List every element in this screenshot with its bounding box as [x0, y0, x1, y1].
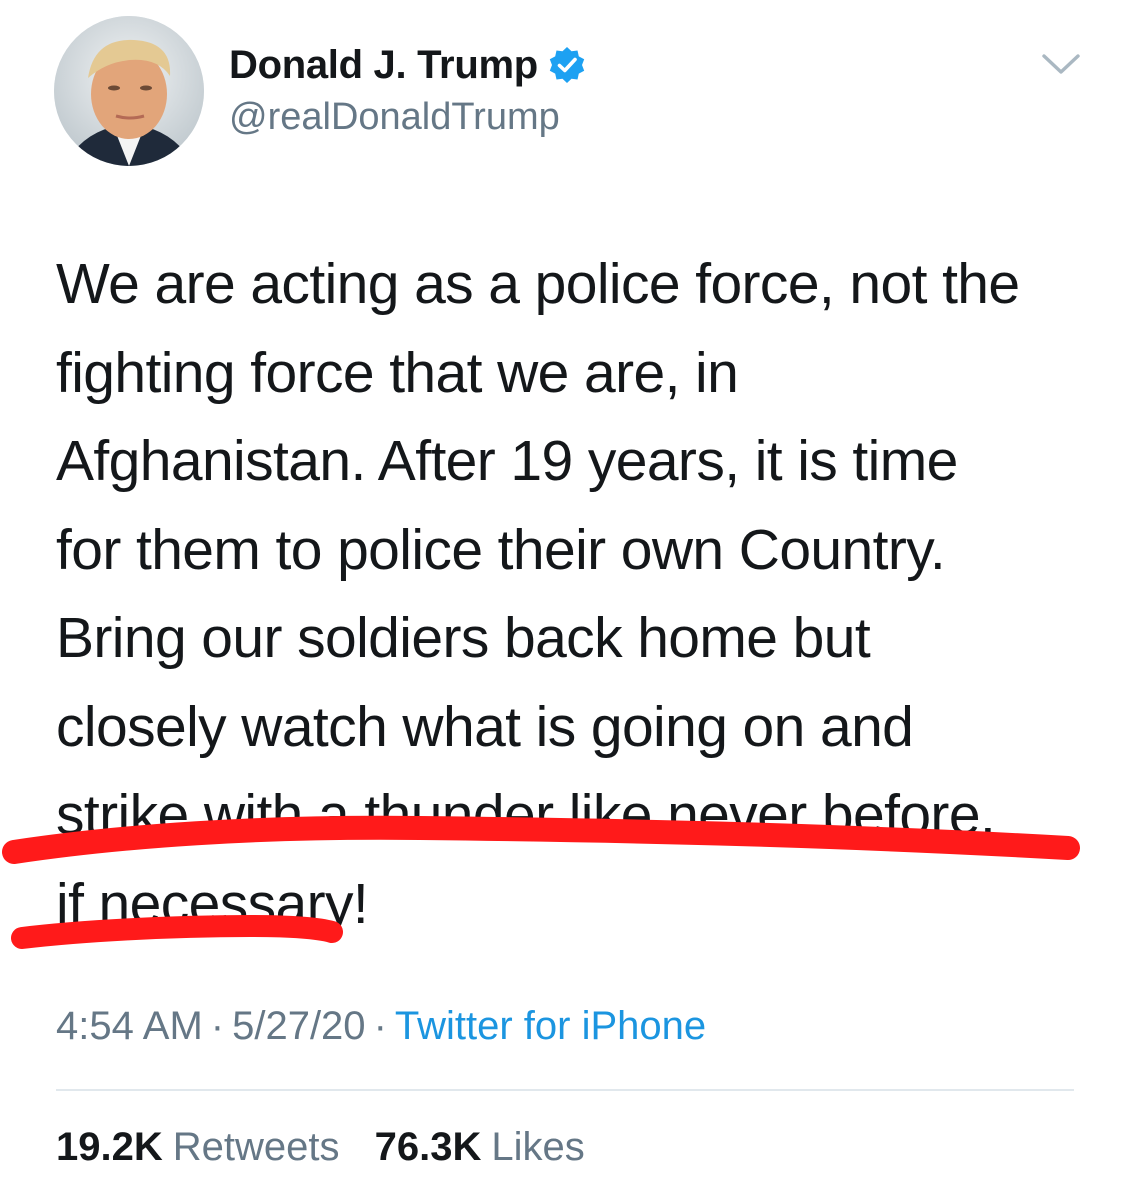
- divider: [56, 1089, 1074, 1091]
- tweet-time[interactable]: 4:54 AM: [56, 1004, 203, 1048]
- tweet-stats: 19.2K Retweets 76.3K Likes: [56, 1125, 585, 1170]
- likes-stat[interactable]: 76.3K Likes: [375, 1125, 585, 1170]
- tweet-meta: 4:54 AM · 5/27/20 · Twitter for iPhone: [56, 1004, 706, 1049]
- tweet-line: strike with a thunder like never before,: [56, 783, 996, 847]
- profile-photo: [54, 16, 204, 166]
- tweet-text: We are acting as a police force, not the…: [56, 240, 1096, 948]
- tweet-line: closely watch what is going on and: [56, 694, 914, 759]
- likes-label: Likes: [491, 1125, 585, 1169]
- tweet-line: if necessary!: [56, 871, 369, 936]
- author-handle[interactable]: @realDonaldTrump: [229, 96, 560, 139]
- tweet-line: fighting force that we are, in: [56, 340, 739, 405]
- tweet-line: We are acting as a police force, not the: [56, 252, 1020, 316]
- retweets-label: Retweets: [172, 1125, 340, 1169]
- retweets-stat[interactable]: 19.2K Retweets: [56, 1125, 340, 1170]
- tweet-line: Afghanistan. After 19 years, it is time: [56, 429, 958, 493]
- author-name-row[interactable]: Donald J. Trump: [229, 40, 587, 90]
- meta-separator: ·: [210, 1004, 225, 1048]
- tweet-date[interactable]: 5/27/20: [232, 1004, 365, 1048]
- meta-separator: ·: [373, 1004, 387, 1048]
- tweet-line: for them to police their own Country.: [56, 517, 946, 582]
- retweets-count: 19.2K: [56, 1125, 163, 1169]
- avatar[interactable]: [54, 16, 204, 166]
- chevron-down-icon[interactable]: [1040, 50, 1082, 78]
- tweet-line: Bring our soldiers back home but: [56, 606, 871, 670]
- tweet-source-link[interactable]: Twitter for iPhone: [395, 1004, 706, 1048]
- likes-count: 76.3K: [374, 1125, 482, 1169]
- display-name[interactable]: Donald J. Trump: [229, 43, 538, 88]
- verified-badge-icon: [547, 45, 587, 85]
